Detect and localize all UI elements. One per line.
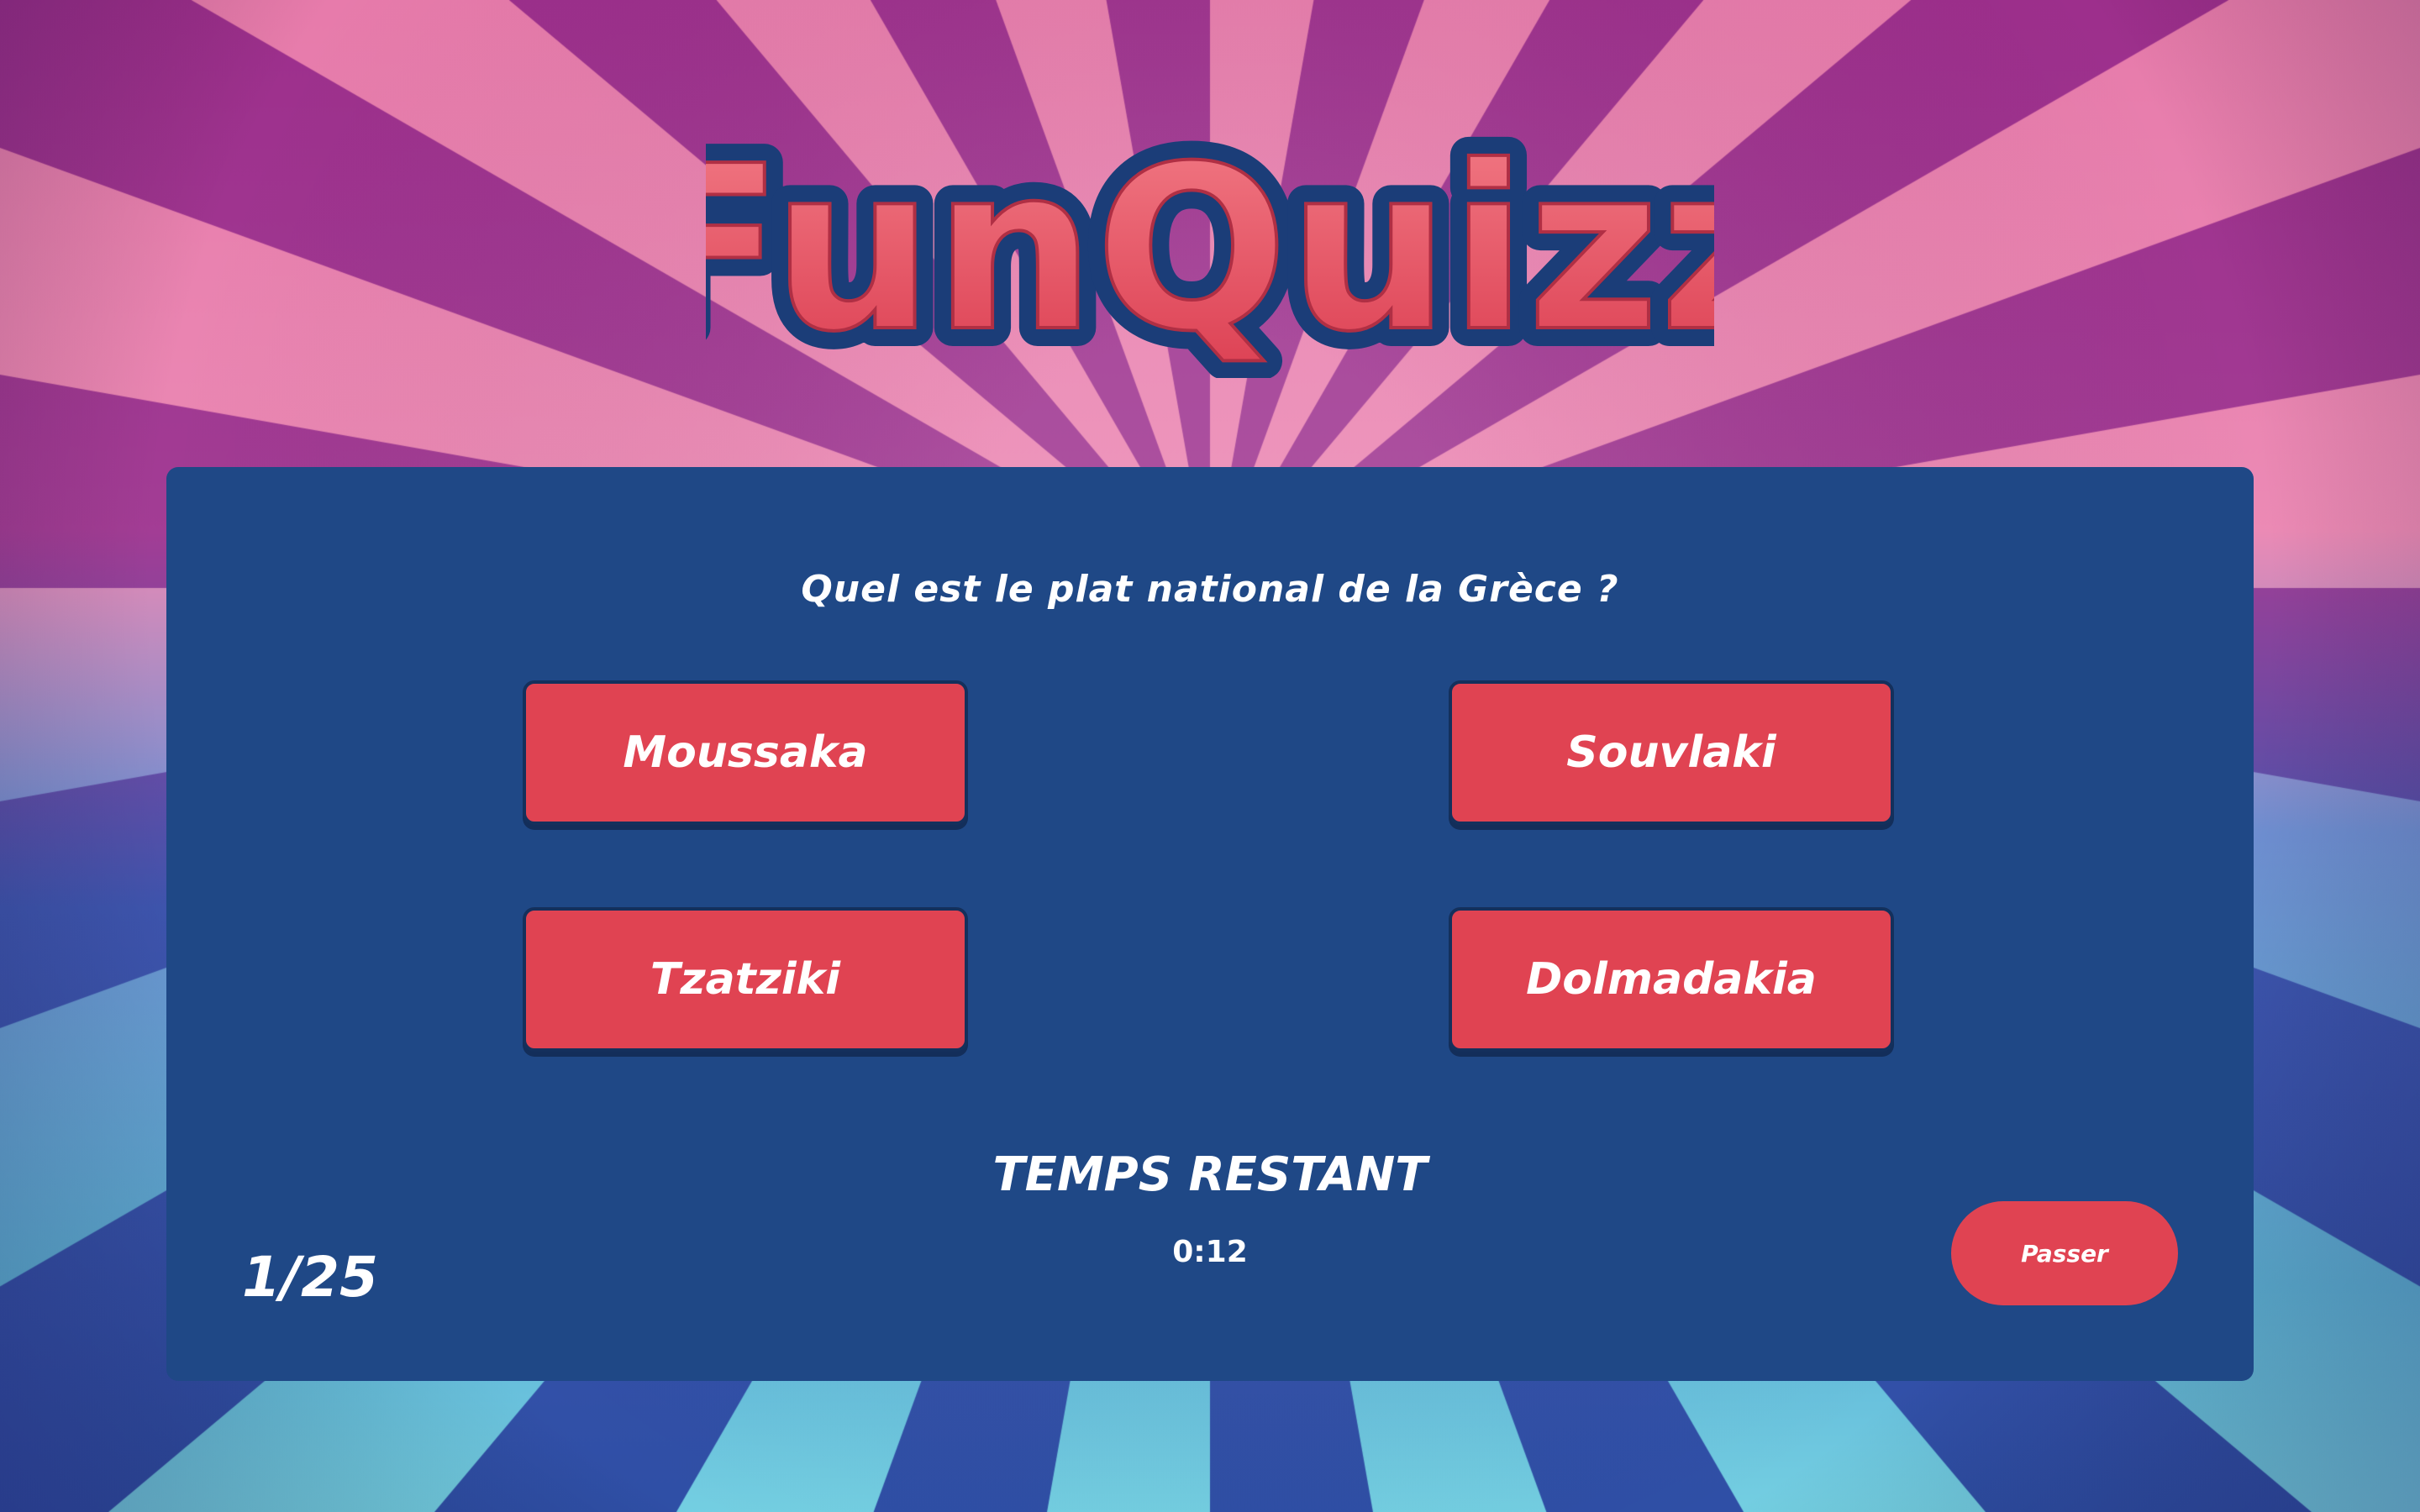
timer-value: 0:12 (1172, 1235, 1248, 1269)
funquizz-logo: FunQuizz FunQuizz (706, 126, 1714, 378)
answer-button-2[interactable]: Souvlaki (1449, 680, 1894, 825)
question-counter: 1/25 (242, 1245, 378, 1310)
skip-button[interactable]: Passer (1951, 1201, 2178, 1305)
answer-button-4[interactable]: Dolmadakia (1449, 907, 1894, 1052)
answer-button-3[interactable]: Tzatziki (523, 907, 968, 1052)
quiz-panel: Quel est le plat national de la Grèce ? … (166, 467, 2254, 1381)
svg-text:FunQuizz: FunQuizz (706, 126, 1714, 378)
timer-label: TEMPS RESTANT (992, 1147, 1428, 1202)
answer-button-1[interactable]: Moussaka (523, 680, 968, 825)
question-text: Quel est le plat national de la Grèce ? (801, 568, 1619, 611)
